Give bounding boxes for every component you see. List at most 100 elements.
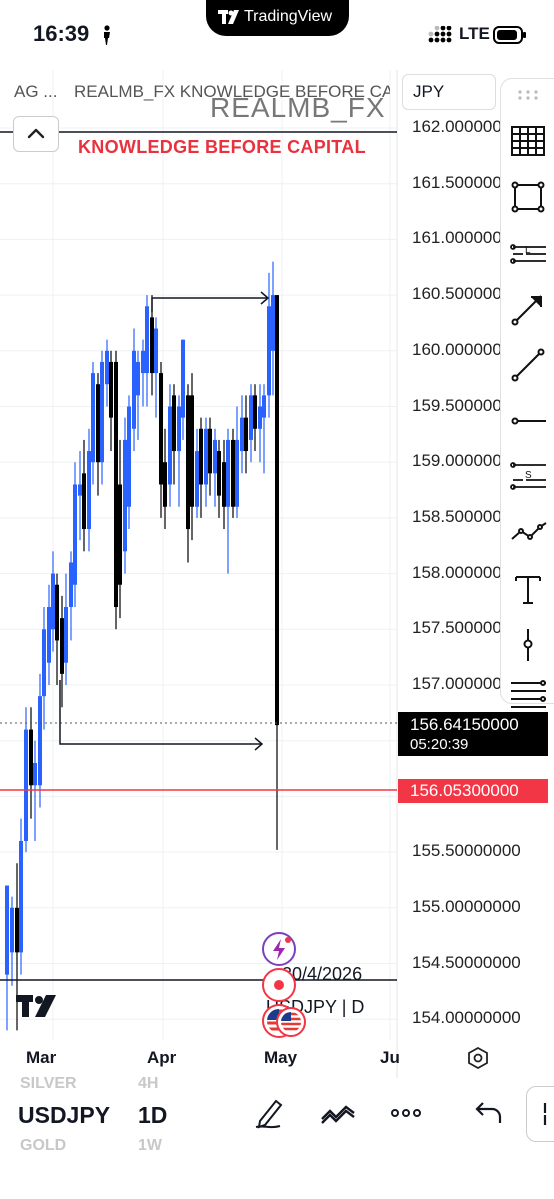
price-tick: 154.00000000 bbox=[412, 1008, 521, 1028]
person-icon bbox=[104, 25, 110, 45]
horizontal-line-s-tool[interactable]: S bbox=[501, 453, 554, 501]
price-tick: 155.00000000 bbox=[412, 896, 521, 916]
bullish-candle bbox=[145, 306, 149, 374]
rectangle-icon bbox=[511, 181, 545, 213]
symbol-selector[interactable]: USDJPY bbox=[18, 1102, 110, 1129]
vertical-marker-tool[interactable] bbox=[501, 621, 554, 669]
bullish-candle bbox=[204, 428, 208, 485]
tradingview-logo-icon[interactable] bbox=[16, 995, 60, 1019]
currency-label: JPY bbox=[413, 82, 445, 101]
horizontal-ray-icon bbox=[511, 417, 546, 425]
redo-icon bbox=[543, 1103, 547, 1125]
bearish-candle bbox=[163, 462, 167, 507]
bullish-candle bbox=[249, 395, 253, 440]
bullish-candle bbox=[78, 484, 82, 496]
bullish-candle bbox=[235, 439, 239, 507]
price-tick: 155.50000000 bbox=[412, 841, 521, 861]
bullish-candle bbox=[136, 361, 140, 396]
prev-timeframe[interactable]: 4H bbox=[138, 1075, 158, 1093]
bearish-candle bbox=[253, 395, 257, 429]
status-bar: 16:39 TradingView LTE bbox=[0, 0, 554, 70]
arrow-line-tool[interactable] bbox=[501, 285, 554, 333]
bullish-candle bbox=[38, 696, 42, 786]
last-price-badge: 156.64150000 05:20:39 bbox=[398, 712, 548, 756]
undo-icon[interactable] bbox=[468, 1097, 504, 1129]
text-icon bbox=[515, 576, 541, 604]
svg-text:S: S bbox=[525, 470, 532, 481]
month-label: Mar bbox=[26, 1048, 57, 1067]
month-label: May bbox=[264, 1048, 298, 1067]
horizontal-line-l-icon: L bbox=[510, 244, 546, 264]
clock: 16:39 bbox=[33, 21, 90, 46]
bearish-candle bbox=[114, 361, 118, 608]
app-pill-label: TradingView bbox=[244, 8, 333, 25]
app-pill[interactable]: TradingView bbox=[206, 0, 349, 36]
next-symbol[interactable]: GOLD bbox=[20, 1137, 66, 1155]
bearish-candle bbox=[96, 384, 100, 463]
bearish-candle bbox=[190, 395, 194, 507]
arrow-line-icon bbox=[511, 295, 542, 326]
settings-icon[interactable] bbox=[467, 1047, 489, 1069]
bearish-candle bbox=[109, 361, 113, 418]
svg-text:L: L bbox=[525, 245, 531, 256]
bullish-candle bbox=[177, 406, 181, 452]
rectangle-tool[interactable] bbox=[501, 173, 554, 221]
bullish-candle bbox=[33, 762, 37, 786]
trend-line-tool[interactable] bbox=[501, 341, 554, 389]
battery-icon bbox=[493, 26, 526, 44]
bearish-candle bbox=[186, 395, 190, 530]
alert-price-value: 156.05300000 bbox=[410, 781, 519, 800]
bullish-candle bbox=[271, 295, 275, 351]
next-timeframe[interactable]: 1W bbox=[138, 1137, 162, 1155]
indicators-icon[interactable] bbox=[320, 1097, 356, 1129]
bullish-candle bbox=[168, 406, 172, 485]
bullish-candle bbox=[226, 439, 230, 507]
lightning-event-icon[interactable] bbox=[262, 932, 296, 966]
bearish-candle bbox=[275, 295, 279, 726]
bearish-candle bbox=[244, 417, 248, 452]
pen-drawing-icon[interactable] bbox=[252, 1097, 288, 1129]
bullish-candle bbox=[240, 417, 244, 452]
bearish-candle bbox=[199, 428, 203, 485]
more-options-icon[interactable] bbox=[388, 1097, 424, 1129]
drag-handle-icon[interactable] bbox=[517, 89, 539, 101]
horizontal-line-s-icon: S bbox=[510, 462, 546, 490]
bullish-candle bbox=[47, 607, 51, 663]
more-tools[interactable] bbox=[501, 669, 554, 717]
bullish-candle bbox=[19, 840, 23, 953]
symbol-short-label[interactable]: AG ... bbox=[14, 82, 57, 102]
path-tool[interactable] bbox=[501, 509, 554, 557]
chart-grid bbox=[0, 70, 398, 1078]
horizontal-line-l-tool[interactable]: L bbox=[501, 229, 554, 277]
network-label: LTE bbox=[459, 24, 490, 43]
chart-drawings bbox=[0, 131, 397, 981]
record-event-icon[interactable] bbox=[262, 968, 296, 1002]
bullish-candle bbox=[73, 484, 77, 585]
bullish-candle bbox=[127, 406, 131, 507]
bullish-candle bbox=[100, 361, 104, 463]
last-price-value: 156.64150000 bbox=[410, 715, 519, 734]
redo-button[interactable] bbox=[526, 1086, 554, 1142]
bullish-candle bbox=[181, 339, 185, 418]
path-icon bbox=[511, 522, 547, 540]
bullish-candle bbox=[51, 573, 55, 630]
drawing-toolbar: L S bbox=[500, 78, 554, 708]
currency-selector[interactable]: JPY bbox=[402, 74, 496, 110]
horizontal-ray-tool[interactable] bbox=[501, 397, 554, 445]
prev-symbol[interactable]: SILVER bbox=[20, 1075, 77, 1093]
timeframe-selector[interactable]: 1D bbox=[138, 1102, 167, 1129]
bullish-candle bbox=[87, 451, 91, 530]
bullish-candle bbox=[105, 350, 109, 385]
grid-tool[interactable] bbox=[501, 117, 554, 165]
bearish-candle bbox=[217, 451, 221, 496]
signal-icon bbox=[428, 26, 452, 43]
us-flag-event-icon-2[interactable] bbox=[276, 1007, 306, 1037]
bullish-candle bbox=[91, 373, 95, 463]
bearish-candle bbox=[15, 907, 19, 953]
collapse-legend-button[interactable] bbox=[13, 116, 59, 152]
alert-price-badge[interactable]: 156.05300000 bbox=[398, 779, 548, 803]
bearish-candle bbox=[208, 428, 212, 474]
text-tool[interactable] bbox=[501, 565, 554, 613]
vertical-marker-icon bbox=[523, 629, 533, 661]
bearish-candle bbox=[118, 484, 122, 585]
